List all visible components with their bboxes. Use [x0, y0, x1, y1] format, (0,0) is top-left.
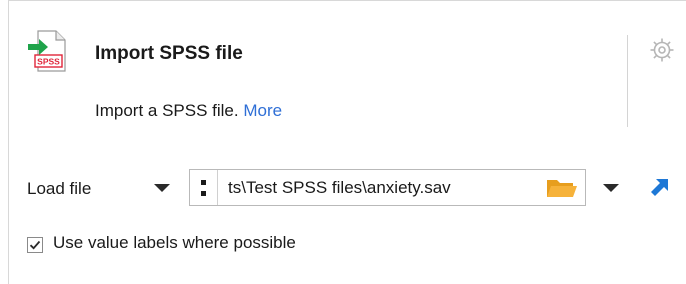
file-path-value: ts\Test SPSS files\anxiety.sav — [228, 178, 451, 197]
folder-icon[interactable] — [546, 177, 578, 199]
description-text: Import a SPSS file. — [95, 101, 239, 120]
header-divider — [627, 35, 628, 127]
svg-text:SPSS: SPSS — [37, 57, 60, 67]
grip-dot — [201, 180, 206, 185]
use-value-labels-checkbox[interactable] — [27, 237, 43, 253]
more-link[interactable]: More — [243, 101, 282, 120]
panel-title: Import SPSS file — [95, 43, 243, 64]
use-value-labels-label: Use value labels where possible — [53, 233, 296, 252]
load-mode-dropdown-icon[interactable] — [154, 184, 170, 192]
gear-icon[interactable] — [649, 37, 675, 63]
panel-description: Import a SPSS file. More — [95, 101, 282, 121]
spss-file-icon: SPSS — [28, 30, 66, 72]
drag-handle-icon[interactable] — [190, 170, 218, 205]
import-spss-panel: SPSS Import SPSS file Import a SPSS file… — [8, 0, 686, 284]
checkmark-icon — [29, 240, 41, 250]
path-dropdown-icon[interactable] — [603, 184, 619, 192]
grip-dot — [201, 191, 206, 196]
arrow-up-right-icon[interactable] — [649, 176, 671, 198]
file-path-input[interactable]: ts\Test SPSS files\anxiety.sav — [189, 169, 586, 206]
load-file-label: Load file — [27, 179, 92, 198]
